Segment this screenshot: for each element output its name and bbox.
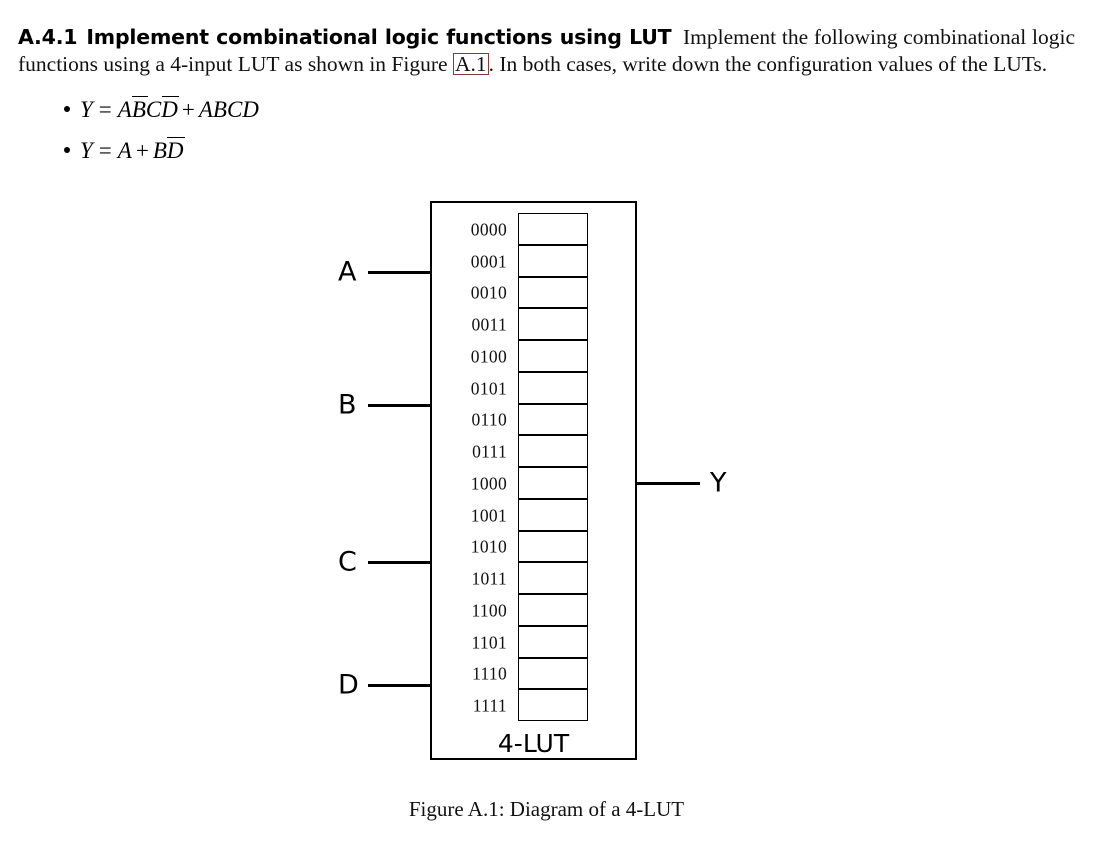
table-row: 1110 bbox=[430, 657, 637, 691]
input-line-c bbox=[368, 561, 432, 564]
lut-value-cell[interactable] bbox=[518, 657, 588, 690]
figure-caption: Figure A.1: Diagram of a 4-LUT bbox=[408, 797, 685, 821]
table-row: 0111 bbox=[430, 435, 637, 468]
lut-value-cell[interactable] bbox=[518, 625, 588, 658]
lut-value-cell[interactable] bbox=[518, 403, 588, 436]
lut-value-cell[interactable] bbox=[518, 340, 588, 372]
lut-figure: A B C D 0000 0001 0010 0011 0100 0101 01… bbox=[0, 0, 1093, 845]
input-label-b: B bbox=[338, 389, 357, 421]
table-row: 1111 bbox=[430, 689, 637, 722]
lut-value-cell[interactable] bbox=[518, 562, 588, 595]
output-label-y: Y bbox=[710, 467, 727, 499]
lut-address-label: 1001 bbox=[470, 505, 507, 526]
table-row: 0010 bbox=[430, 276, 637, 310]
lut-address-label: 0001 bbox=[470, 251, 507, 272]
lut-address-label: 0110 bbox=[471, 409, 507, 430]
table-row: 1100 bbox=[430, 594, 637, 627]
lut-value-cell[interactable] bbox=[518, 689, 588, 722]
table-row: 1010 bbox=[430, 530, 637, 564]
lut-address-label: 0111 bbox=[472, 441, 507, 462]
input-label-a: A bbox=[338, 256, 357, 288]
lut-address-label: 1110 bbox=[472, 663, 507, 684]
input-line-d bbox=[368, 684, 432, 687]
lut-value-cell[interactable] bbox=[518, 467, 588, 499]
lut-value-cell[interactable] bbox=[518, 594, 588, 626]
input-label-d: D bbox=[338, 669, 359, 701]
input-line-b bbox=[368, 404, 432, 407]
table-row: 0100 bbox=[430, 340, 637, 373]
lut-block-label: 4-LUT bbox=[497, 729, 570, 758]
lut-value-cell[interactable] bbox=[518, 371, 588, 404]
lut-address-label: 1100 bbox=[471, 600, 507, 621]
lut-address-label: 1000 bbox=[470, 473, 507, 494]
lut-row-container: 0000 0001 0010 0011 0100 0101 0110 0111 bbox=[430, 213, 637, 722]
lut-address-label: 0000 bbox=[470, 219, 507, 240]
table-row: 0001 bbox=[430, 244, 637, 278]
lut-address-label: 1101 bbox=[471, 632, 507, 653]
lut-value-cell[interactable] bbox=[518, 213, 588, 245]
output-line-y bbox=[636, 482, 700, 485]
lut-address-label: 1011 bbox=[471, 568, 507, 589]
lut-value-cell[interactable] bbox=[518, 435, 588, 468]
table-row: 1011 bbox=[430, 562, 637, 595]
lut-address-label: 1010 bbox=[470, 536, 507, 557]
lut-address-label: 1111 bbox=[472, 695, 507, 716]
lut-address-label: 0100 bbox=[470, 346, 507, 367]
table-row: 1101 bbox=[430, 625, 637, 659]
lut-address-label: 0010 bbox=[470, 282, 507, 303]
lut-value-cell[interactable] bbox=[518, 276, 588, 309]
table-row: 0000 bbox=[430, 213, 637, 246]
lut-value-cell[interactable] bbox=[518, 498, 588, 531]
lut-value-cell[interactable] bbox=[518, 308, 588, 341]
lut-address-label: 0101 bbox=[470, 378, 507, 399]
table-row: 0011 bbox=[430, 308, 637, 341]
table-row: 0101 bbox=[430, 371, 637, 405]
lut-value-cell[interactable] bbox=[518, 244, 588, 277]
table-row: 1001 bbox=[430, 498, 637, 532]
table-row: 1000 bbox=[430, 467, 637, 500]
lut-value-cell[interactable] bbox=[518, 530, 588, 563]
input-line-a bbox=[368, 271, 432, 274]
input-label-c: C bbox=[338, 546, 357, 578]
table-row: 0110 bbox=[430, 403, 637, 437]
lut-address-label: 0011 bbox=[471, 314, 507, 335]
